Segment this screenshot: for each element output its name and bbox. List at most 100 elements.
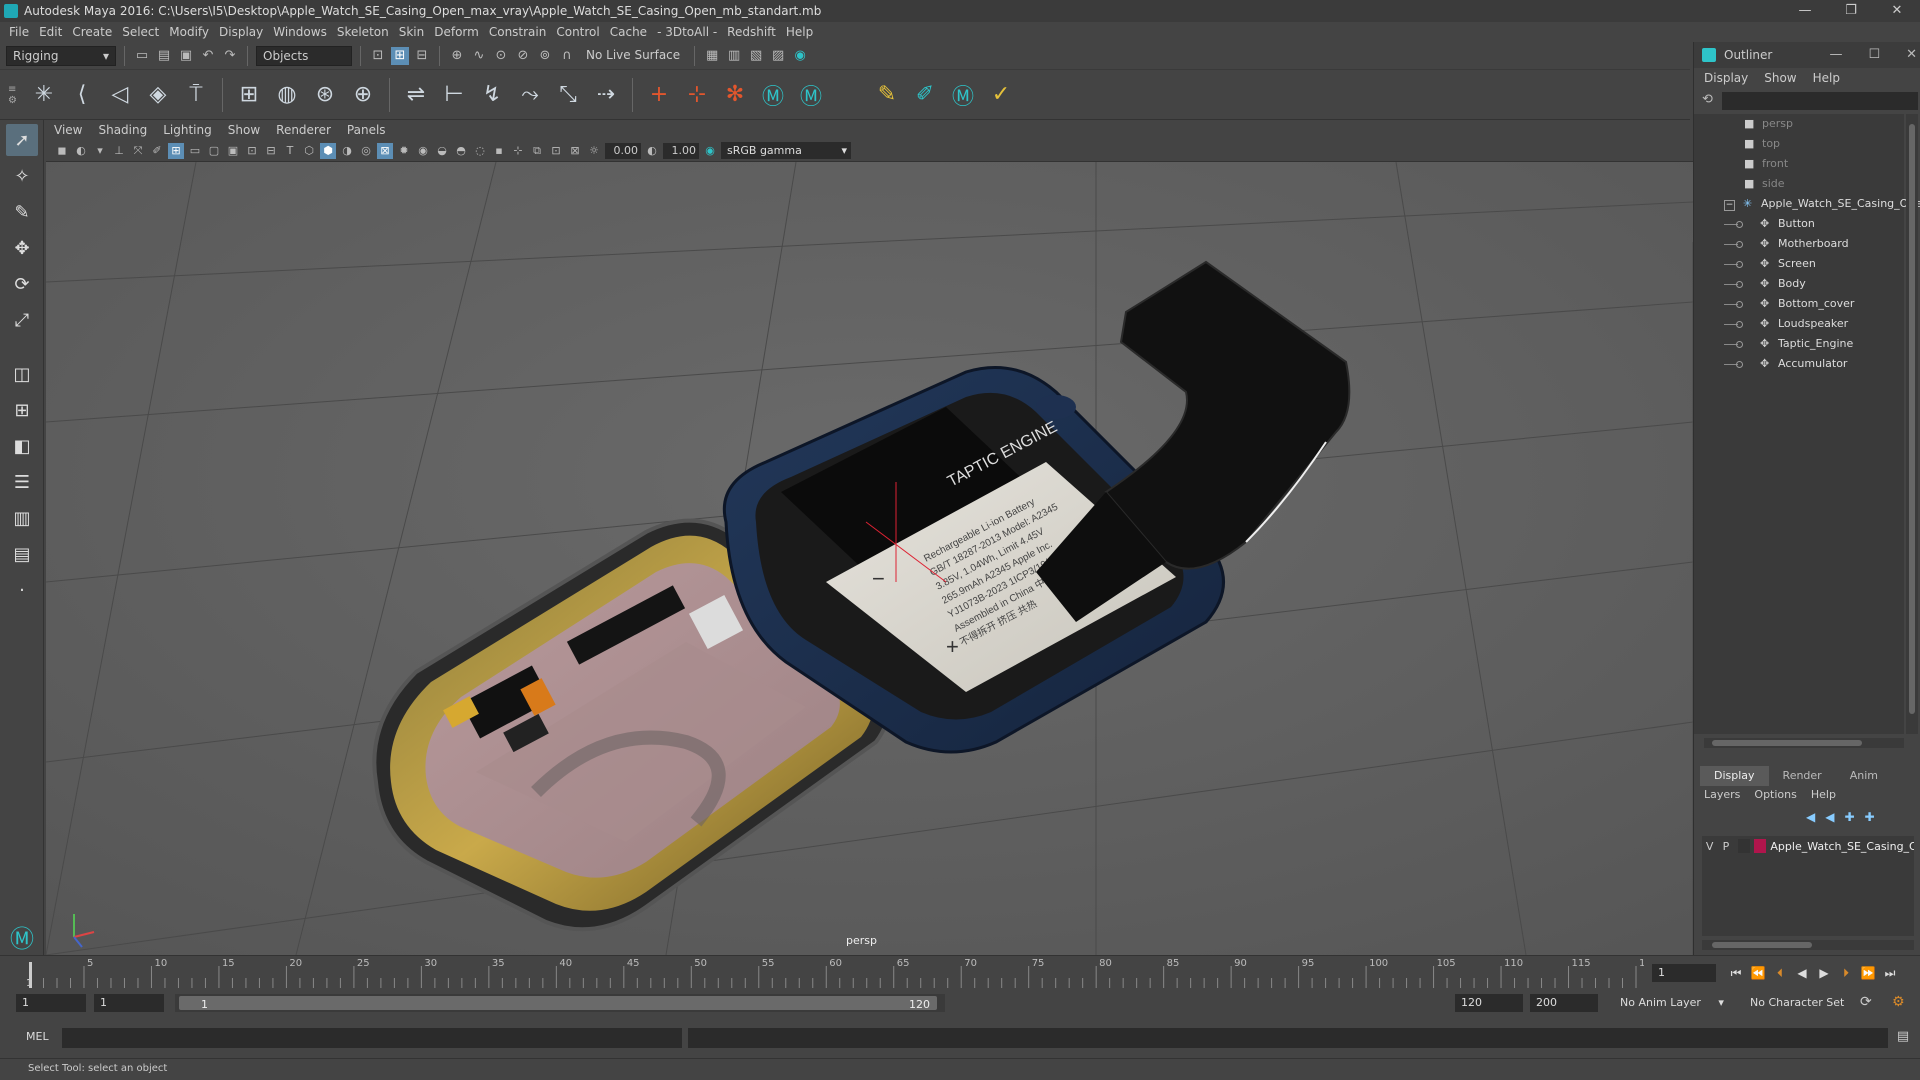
redo-icon[interactable]: ↷: [221, 47, 239, 65]
outliner-horizontal-scrollbar[interactable]: [1704, 738, 1904, 748]
minimize-button[interactable]: —: [1782, 0, 1828, 22]
hypershade-layout-icon[interactable]: ▤: [6, 538, 38, 570]
select-camera-icon[interactable]: ◼: [54, 143, 70, 159]
anti-aliasing-icon[interactable]: ◌: [472, 143, 488, 159]
outliner-minimize-button[interactable]: —: [1829, 42, 1842, 68]
vp-menu-panels[interactable]: Panels: [347, 123, 386, 137]
shelf-options-icon[interactable]: ≡ ⚙: [8, 75, 22, 115]
outliner-menu-help[interactable]: Help: [1813, 71, 1840, 85]
playback-end-field[interactable]: 120: [1455, 994, 1523, 1012]
menu-skeleton[interactable]: Skeleton: [337, 25, 389, 39]
selection-mode-dropdown[interactable]: Objects: [256, 45, 352, 66]
xray-components-icon[interactable]: ⊠: [567, 143, 583, 159]
insert-joint-icon[interactable]: ⟨: [66, 78, 98, 112]
time-slider[interactable]: 5 10 15 20 25 30 35 40 45 50 55 60 65 70 75 80 85 90 95 100…: [0, 955, 1920, 990]
tab-anim[interactable]: Anim: [1836, 766, 1892, 786]
outliner-item-persp[interactable]: ■ persp: [1694, 114, 1904, 134]
render-view-icon[interactable]: ◉: [791, 47, 809, 65]
layer-display-type-toggle[interactable]: [1738, 839, 1751, 853]
outliner-item-top[interactable]: ■ top: [1694, 134, 1904, 154]
set-driven-key-icon[interactable]: ⊹: [681, 78, 713, 112]
color-management-icon[interactable]: ◉: [702, 143, 718, 159]
outliner-item-screen[interactable]: ✥ Screen: [1694, 254, 1904, 274]
select-by-component-icon[interactable]: ⊟: [413, 47, 431, 65]
rotate-tool-icon[interactable]: ⟳: [6, 268, 38, 300]
snap-to-view-plane-icon[interactable]: ⊘: [514, 47, 532, 65]
menu-control[interactable]: Control: [556, 25, 599, 39]
tab-display[interactable]: Display: [1700, 766, 1769, 786]
outliner-menu-show[interactable]: Show: [1764, 71, 1796, 85]
lasso-tool-icon[interactable]: ✧: [6, 160, 38, 192]
outliner-item-button[interactable]: ✥ Button: [1694, 214, 1904, 234]
auto-key-icon[interactable]: ⟳: [1860, 994, 1872, 1010]
save-scene-icon[interactable]: ▣: [177, 47, 195, 65]
animation-preferences-icon[interactable]: ⚙: [1892, 994, 1905, 1010]
range-bar[interactable]: 1 120: [175, 994, 945, 1012]
outliner-maximize-button[interactable]: ☐: [1868, 42, 1880, 68]
outliner-item-front[interactable]: ■ front: [1694, 154, 1904, 174]
textured-icon[interactable]: ⊠: [377, 142, 393, 159]
snap-to-grid-icon[interactable]: ⊕: [448, 47, 466, 65]
play-forwards-icon[interactable]: ▶: [1816, 962, 1832, 984]
3d-scene[interactable]: TAPTIC ENGINE Rechargeable Li-ion Batter…: [46, 162, 1693, 955]
use-all-lights-icon[interactable]: ✹: [396, 143, 412, 159]
snap-to-point-icon[interactable]: ⊙: [492, 47, 510, 65]
film-gate-icon[interactable]: ▭: [187, 143, 203, 159]
gamma-field[interactable]: 1.00: [663, 142, 699, 159]
menu-set-dropdown[interactable]: Rigging ▾: [6, 45, 116, 66]
outliner-vertical-scrollbar[interactable]: [1906, 114, 1918, 734]
smooth-shade-icon[interactable]: ⬢: [320, 142, 336, 159]
locator-icon[interactable]: +: [643, 78, 675, 112]
move-layer-down-icon[interactable]: ◀: [1825, 810, 1834, 824]
tab-render[interactable]: Render: [1769, 766, 1836, 786]
digital-crown[interactable]: [1036, 395, 1076, 419]
orient-constraint-icon[interactable]: ⤳: [514, 78, 546, 112]
go-to-start-icon[interactable]: ⏮: [1728, 962, 1744, 984]
wireframe-icon[interactable]: ⬡: [301, 143, 317, 159]
step-forward-frame-icon[interactable]: ⏩: [1860, 962, 1876, 984]
new-layer-selected-icon[interactable]: ✚: [1865, 810, 1875, 824]
outliner-menu-display[interactable]: Display: [1704, 71, 1748, 85]
menu-deform[interactable]: Deform: [434, 25, 479, 39]
outliner-item-side[interactable]: ■ side: [1694, 174, 1904, 194]
hik-character-icon[interactable]: Ⓜ: [757, 78, 789, 112]
select-tool-icon[interactable]: ➚: [6, 124, 38, 156]
command-input[interactable]: [62, 1028, 682, 1048]
menu-edit[interactable]: Edit: [39, 25, 62, 39]
outliner-item-bottom-cover[interactable]: ✥ Bottom_cover: [1694, 294, 1904, 314]
layer-menu-help[interactable]: Help: [1811, 788, 1836, 801]
image-plane-icon[interactable]: ⊥: [111, 143, 127, 159]
camera-attributes-icon[interactable]: ◐: [73, 143, 89, 159]
ik-spline-icon[interactable]: ◈: [142, 78, 174, 112]
exposure-icon[interactable]: ☼: [586, 143, 602, 159]
close-button[interactable]: ✕: [1874, 0, 1920, 22]
animation-start-field[interactable]: 1: [16, 994, 86, 1012]
paint-select-tool-icon[interactable]: ✎: [6, 196, 38, 228]
play-backwards-icon[interactable]: ◀: [1794, 962, 1810, 984]
hik-skeleton-icon[interactable]: Ⓜ: [795, 78, 827, 112]
aim-constraint-icon[interactable]: ⇢: [590, 78, 622, 112]
safe-action-icon[interactable]: ⊟: [263, 143, 279, 159]
menu-cache[interactable]: Cache: [610, 25, 647, 39]
layer-playback-toggle[interactable]: P: [1717, 840, 1734, 853]
time-slider-ticks[interactable]: 5 10 15 20 25 30 35 40 45 50 55 60 65 70 75 80 85 90 95 100…: [24, 956, 1644, 991]
current-frame-field[interactable]: 1: [1652, 964, 1716, 982]
two-pane-layout-icon[interactable]: ◧: [6, 430, 38, 462]
ik-handle-icon[interactable]: ◁: [104, 78, 136, 112]
grease-pencil-icon[interactable]: ✐: [149, 143, 165, 159]
isolate-select-icon[interactable]: ⊹: [510, 143, 526, 159]
menu-help[interactable]: Help: [786, 25, 813, 39]
layer-color-swatch[interactable]: [1754, 839, 1767, 853]
two-d-pan-icon[interactable]: ⤧: [130, 143, 146, 159]
select-by-hierarchy-icon[interactable]: ⊡: [369, 47, 387, 65]
vp-menu-renderer[interactable]: Renderer: [276, 123, 331, 137]
menu-3dtoall[interactable]: - 3DtoAll -: [657, 25, 717, 39]
menu-redshift[interactable]: Redshift: [727, 25, 776, 39]
new-layer-icon[interactable]: ✚: [1844, 810, 1854, 824]
shadows-icon[interactable]: ◉: [415, 143, 431, 159]
four-view-layout-icon[interactable]: ⊞: [6, 394, 38, 426]
menu-windows[interactable]: Windows: [273, 25, 327, 39]
rig-check-icon[interactable]: ✓: [985, 78, 1017, 112]
step-back-key-icon[interactable]: ⏴: [1772, 962, 1788, 984]
resolution-gate-icon[interactable]: ▢: [206, 143, 222, 159]
